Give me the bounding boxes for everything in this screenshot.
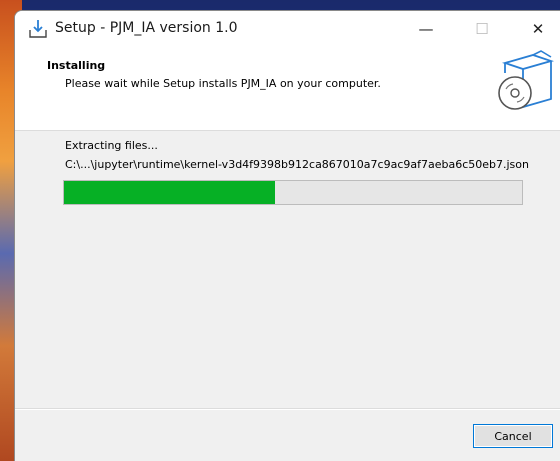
setup-window: Setup - PJM_IA version 1.0 — ☐ ✕ Install…: [14, 10, 560, 461]
header-panel: Installing Please wait while Setup insta…: [15, 47, 560, 131]
page-subtitle: Please wait while Setup installs PJM_IA …: [65, 77, 381, 90]
progress-bar: [63, 180, 523, 205]
progress-bar-fill: [64, 181, 275, 204]
close-button[interactable]: ✕: [515, 11, 560, 47]
current-file-path: C:\...\jupyter\runtime\kernel-v3d4f9398b…: [65, 158, 529, 171]
window-title: Setup - PJM_IA version 1.0: [55, 20, 238, 36]
title-bar[interactable]: Setup - PJM_IA version 1.0 — ☐ ✕: [15, 11, 560, 47]
setup-box-disc-icon: [493, 49, 557, 113]
footer-divider-highlight: [15, 409, 560, 410]
maximize-button[interactable]: ☐: [459, 11, 505, 47]
installer-download-icon: [27, 18, 49, 40]
page-title: Installing: [47, 59, 106, 72]
cancel-button[interactable]: Cancel: [473, 424, 553, 448]
status-label: Extracting files...: [65, 139, 158, 152]
minimize-button[interactable]: —: [403, 11, 449, 47]
